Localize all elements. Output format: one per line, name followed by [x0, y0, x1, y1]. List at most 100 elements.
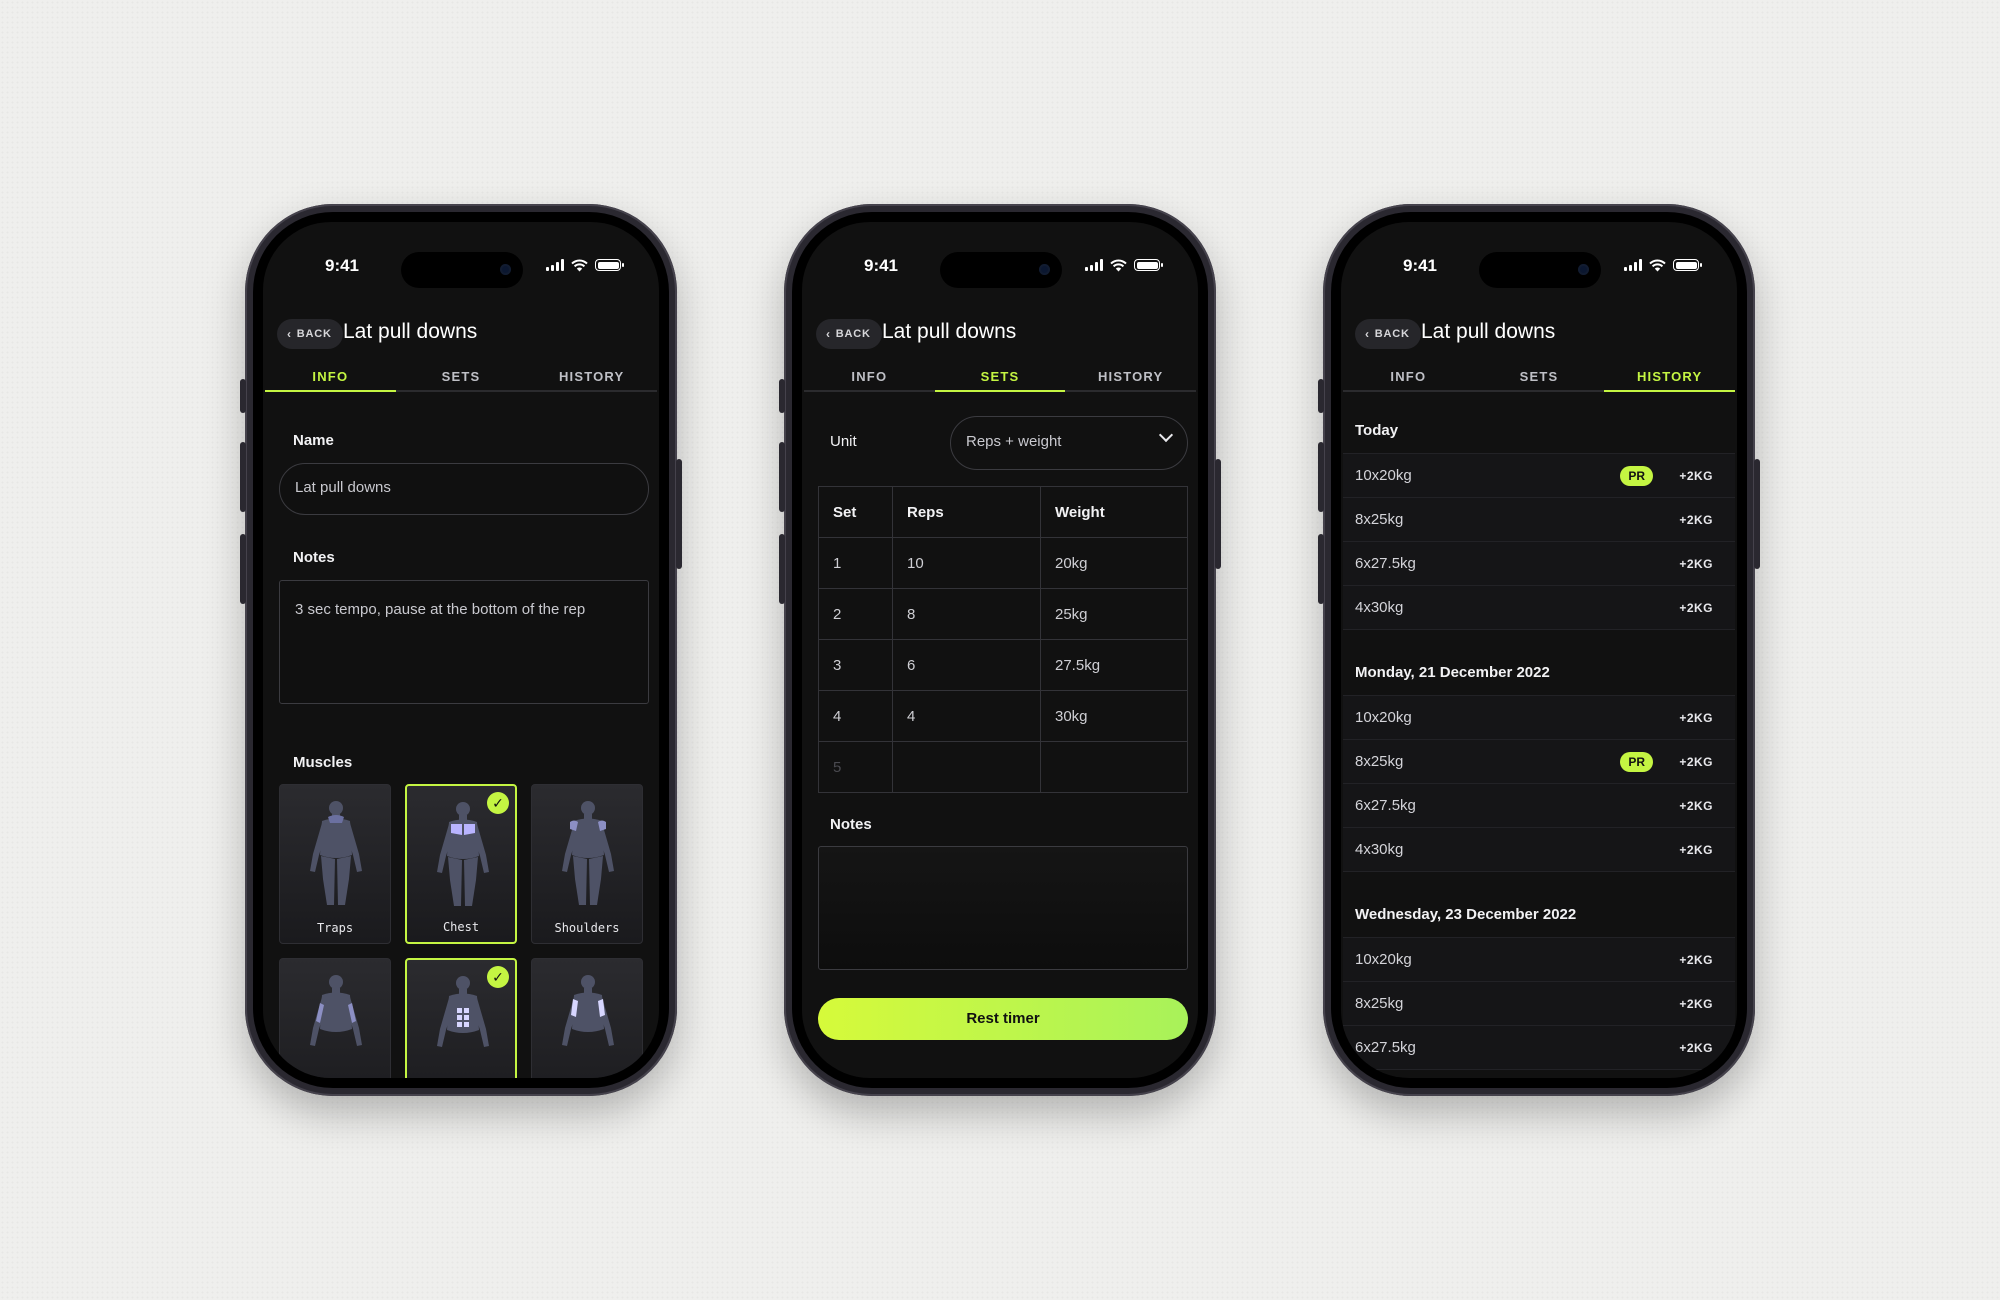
rest-timer-button[interactable]: Rest timer — [818, 998, 1188, 1040]
history-entry: 6x27.5kg — [1355, 797, 1416, 814]
phone-history-screen: 9:41 ‹ BACK Lat pull downs INFO SETS HIST… — [1318, 204, 1760, 1096]
tab-bar: INFO SETS HISTORY — [1343, 366, 1735, 392]
reps-cell[interactable]: 10 — [892, 537, 1041, 589]
chevron-down-icon — [1158, 427, 1174, 443]
set-number: 2 — [818, 588, 893, 640]
tab-history[interactable]: HISTORY — [1065, 366, 1196, 390]
tab-sets[interactable]: SETS — [396, 366, 527, 390]
muscle-card-chest[interactable]: ✓ Chest — [405, 784, 517, 944]
wifi-icon — [571, 259, 588, 272]
body-figure-icon — [437, 976, 489, 1047]
signal-icon — [546, 259, 564, 271]
muscle-card-shoulders[interactable]: Shoulders — [531, 784, 643, 944]
muscle-card[interactable] — [279, 958, 391, 1078]
chevron-left-icon: ‹ — [287, 327, 292, 341]
reps-cell[interactable]: 8 — [892, 588, 1041, 640]
weight-cell[interactable]: 20kg — [1040, 537, 1188, 589]
history-entry: 8x25kg — [1355, 511, 1404, 528]
screen: 9:41 ‹ BACK Lat pull downs INFO SETS HIST… — [802, 222, 1198, 1078]
reps-cell[interactable] — [892, 741, 1041, 793]
muscle-name: Chest — [442, 920, 480, 934]
checkmark-icon: ✓ — [487, 966, 509, 988]
chevron-left-icon: ‹ — [826, 327, 831, 341]
history-row[interactable]: 4x30kg +2KG — [1343, 828, 1735, 872]
set-number: 5 — [818, 741, 893, 793]
history-row[interactable]: 10x20kg +2KG — [1343, 696, 1735, 740]
increment-label: +2KG — [1679, 557, 1713, 571]
history-row[interactable]: 6x27.5kg +2KG — [1343, 784, 1735, 828]
tab-bar: INFO SETS HISTORY — [804, 366, 1196, 392]
increment-label: +2KG — [1679, 711, 1713, 725]
increment-label: +2KG — [1679, 799, 1713, 813]
name-field[interactable]: Lat pull downs — [279, 463, 649, 515]
table-row: 1 10 20kg — [818, 537, 1188, 589]
status-time: 9:41 — [863, 256, 899, 275]
weight-cell[interactable] — [1040, 741, 1188, 793]
history-entry: 8x25kg — [1355, 753, 1404, 770]
muscle-card-traps[interactable]: Traps — [279, 784, 391, 944]
back-label: BACK — [296, 328, 332, 340]
notes-label: Notes — [293, 549, 335, 566]
screen: 9:41 ‹ BACK Lat pull downs INFO SETS HIST… — [1341, 222, 1737, 1078]
back-button[interactable]: ‹ BACK — [277, 319, 343, 349]
chevron-left-icon: ‹ — [1365, 327, 1370, 341]
tab-history[interactable]: HISTORY — [1604, 366, 1735, 392]
weight-cell[interactable]: 27.5kg — [1040, 639, 1188, 691]
body-figure-icon — [310, 801, 362, 905]
increment-label: +2KG — [1679, 513, 1713, 527]
history-row[interactable]: 8x25kg +2KG — [1343, 982, 1735, 1026]
history-section: Wednesday, 23 December 2022 10x20kg +2KG … — [1343, 892, 1735, 1070]
body-figure-icon — [437, 802, 489, 906]
notes-field[interactable]: 3 sec tempo, pause at the bottom of the … — [279, 580, 649, 704]
page-title: Lat pull downs — [343, 320, 478, 343]
reps-cell[interactable]: 4 — [892, 690, 1041, 742]
tab-info[interactable]: INFO — [1343, 366, 1474, 390]
history-row[interactable]: 8x25kg +2KG — [1343, 498, 1735, 542]
weight-cell[interactable]: 25kg — [1040, 588, 1188, 640]
history-row[interactable]: 4x30kg +2KG — [1343, 586, 1735, 630]
history-row[interactable]: 6x27.5kg +2KG — [1343, 542, 1735, 586]
tab-info[interactable]: INFO — [804, 366, 935, 390]
muscle-card[interactable] — [531, 958, 643, 1078]
set-number: 3 — [818, 639, 893, 691]
signal-icon — [1085, 259, 1103, 271]
tab-history[interactable]: HISTORY — [526, 366, 657, 390]
unit-select[interactable]: Reps + weight — [950, 416, 1188, 470]
status-bar: 9:41 — [263, 252, 659, 288]
tab-info[interactable]: INFO — [265, 366, 396, 392]
set-number: 1 — [818, 537, 893, 589]
body-figure-icon — [562, 975, 614, 1046]
history-row[interactable]: 10x20kg PR +2KG — [1343, 454, 1735, 498]
increment-label: +2KG — [1679, 843, 1713, 857]
reps-cell[interactable]: 6 — [892, 639, 1041, 691]
signal-icon — [1624, 259, 1642, 271]
column-header-set: Set — [818, 486, 893, 538]
muscle-card[interactable]: ✓ — [405, 958, 517, 1078]
tab-sets[interactable]: SETS — [1474, 366, 1605, 390]
back-button[interactable]: ‹ BACK — [1355, 319, 1421, 349]
sets-table: Set Reps Weight 1 10 20kg 2 8 25kg 3 6 2… — [818, 486, 1188, 793]
dynamic-island — [940, 252, 1062, 288]
column-header-weight: Weight — [1040, 486, 1188, 538]
increment-label: +2KG — [1679, 997, 1713, 1011]
set-number: 4 — [818, 690, 893, 742]
wifi-icon — [1110, 259, 1127, 272]
checkmark-icon: ✓ — [487, 792, 509, 814]
back-button[interactable]: ‹ BACK — [816, 319, 882, 349]
history-entry: 4x30kg — [1355, 599, 1404, 616]
camera-icon — [1039, 264, 1050, 275]
history-row[interactable]: 10x20kg +2KG — [1343, 938, 1735, 982]
history-entry: 10x20kg — [1355, 951, 1412, 968]
tab-bar: INFO SETS HISTORY — [265, 366, 657, 392]
muscles-label: Muscles — [293, 754, 353, 771]
table-row: 4 4 30kg — [818, 690, 1188, 742]
notes-field[interactable] — [818, 846, 1188, 970]
weight-cell[interactable]: 30kg — [1040, 690, 1188, 742]
history-row[interactable]: 6x27.5kg +2KG — [1343, 1026, 1735, 1070]
table-row-empty: 5 — [818, 741, 1188, 793]
body-figure-icon — [310, 975, 362, 1046]
tab-sets[interactable]: SETS — [934, 366, 1066, 392]
increment-label: +2KG — [1679, 953, 1713, 967]
increment-label: +2KG — [1679, 469, 1713, 483]
history-row[interactable]: 8x25kg PR +2KG — [1343, 740, 1735, 784]
